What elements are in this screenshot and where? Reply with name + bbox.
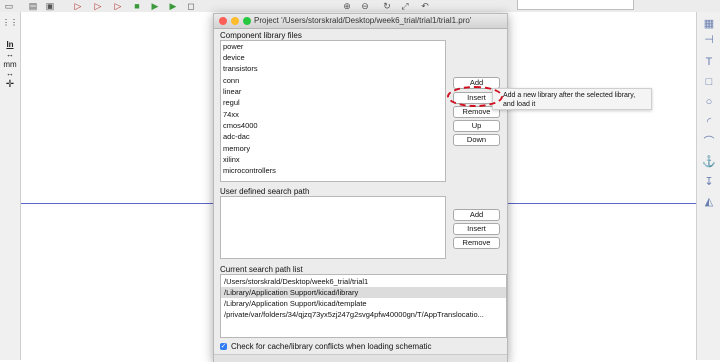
library-item[interactable]: memory [223,144,250,153]
rectangle-icon[interactable]: □ [702,76,716,88]
search-path-item[interactable]: /private/var/folders/34/qjzq73yx5zj247g2… [221,309,506,320]
new-icon[interactable]: ▭ [4,1,14,11]
zoom-out-icon[interactable]: ⊖ [360,1,370,11]
user-path-label: User defined search path [220,187,310,196]
left-toolbar: ⋮⋮ In ↔ mm ↔ ✛ [0,12,21,360]
insert-tooltip: Add a new library after the selected lib… [492,88,652,110]
search-path-list[interactable]: /Users/storskrald/Desktop/week6_trial/tr… [220,274,507,338]
library-item[interactable]: device [223,53,245,62]
tool-icon[interactable]: ◻ [186,1,196,11]
wire-icon[interactable]: ■ [132,1,142,11]
maximize-icon[interactable] [243,17,251,25]
component-icon[interactable]: ▷ [73,1,83,11]
zoom-fit-icon[interactable]: ⤢ [400,1,410,11]
project-dialog: Project '/Users/storskrald/Desktop/week6… [213,13,508,362]
dialog-bottom-bar [214,354,507,362]
circle-icon[interactable]: ○ [702,96,716,108]
bus-icon[interactable]: ▶ [150,1,160,11]
anchor-icon[interactable]: ⚓ [702,156,716,168]
toolbar-dropdown[interactable] [517,0,634,10]
library-up-button[interactable]: Up [453,120,500,132]
minimize-icon[interactable] [231,17,239,25]
redraw-icon[interactable]: ↻ [382,1,392,11]
image-icon[interactable]: ◭ [702,196,716,208]
user-path-list[interactable] [220,196,446,259]
ruler-mm-icon: ↔ [6,69,14,78]
insert-highlight-annotation [447,86,503,107]
library-item[interactable]: linear [223,87,241,96]
library-item[interactable]: regul [223,98,240,107]
dialog-title: Project '/Users/storskrald/Desktop/week6… [254,16,472,25]
library-item[interactable]: microcontrollers [223,166,276,175]
library-down-button[interactable]: Down [453,134,500,146]
open-icon[interactable]: ▤ [28,1,38,11]
path-remove-button[interactable]: Remove [453,237,500,249]
arc-icon[interactable]: ◜ [702,116,716,128]
search-path-item-selected[interactable]: /Library/Application Support/kicad/libra… [221,287,506,298]
library-list[interactable]: power device transistors conn linear reg… [220,40,446,182]
library-item[interactable]: cmos4000 [223,121,258,130]
pin-icon[interactable]: ↧ [702,176,716,188]
search-path-item[interactable]: /Library/Application Support/kicad/templ… [221,298,506,309]
close-icon[interactable] [219,17,227,25]
library-item[interactable]: power [223,42,243,51]
undo-icon[interactable]: ↶ [420,1,430,11]
units-in-button[interactable]: In [2,40,18,49]
search-path-item[interactable]: /Users/storskrald/Desktop/week6_trial/tr… [221,276,506,287]
component-library-label: Component library files [220,31,302,40]
zoom-in-icon[interactable]: ⊕ [342,1,352,11]
ruler-icon: ↔ [6,50,14,59]
grid-icon[interactable]: ⋮⋮ [2,18,18,27]
library-item[interactable]: adc-dac [223,132,250,141]
ruler-icon[interactable]: ⊣ [702,34,716,46]
cache-conflict-checkbox[interactable]: ✓ [220,343,227,350]
cursor-icon[interactable]: ✛ [2,80,18,90]
forward-icon[interactable]: ▶ [168,1,178,11]
label-icon[interactable]: ▷ [113,1,123,11]
path-add-button[interactable]: Add [453,209,500,221]
current-path-label: Current search path list [220,265,303,274]
right-toolbar: ▦ ⊣ T □ ○ ◜ ⌒ ⚓ ↧ ◭ [696,12,720,360]
dialog-titlebar: Project '/Users/storskrald/Desktop/week6… [214,14,507,29]
grid-dot-icon[interactable]: ▦ [702,18,716,30]
path-insert-button[interactable]: Insert [453,223,500,235]
save-icon[interactable]: ▣ [45,1,55,11]
library-item[interactable]: 74xx [223,110,239,119]
cache-conflict-label: Check for cache/library conflicts when l… [231,342,432,351]
power-icon[interactable]: ▷ [93,1,103,11]
text-icon[interactable]: T [702,56,716,68]
polyline-icon[interactable]: ⌒ [702,136,716,148]
library-item[interactable]: transistors [223,64,258,73]
library-item[interactable]: xilinx [223,155,240,164]
library-item[interactable]: conn [223,76,239,85]
units-mm-button[interactable]: mm [2,60,18,69]
